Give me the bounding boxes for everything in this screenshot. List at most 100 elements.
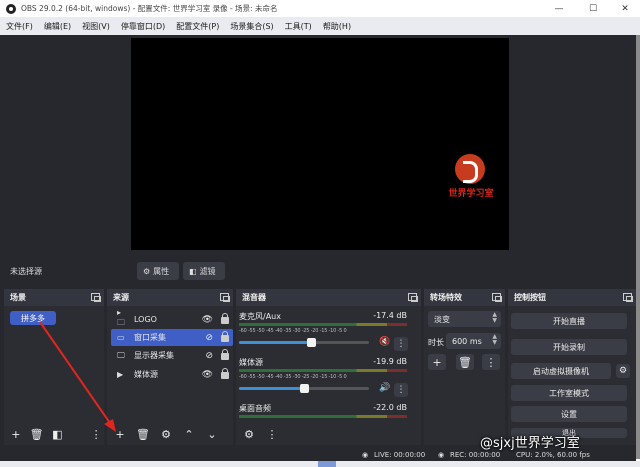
undock-icon[interactable] bbox=[91, 293, 101, 302]
add-scene-button[interactable]: + bbox=[8, 426, 24, 442]
undock-icon[interactable] bbox=[220, 293, 230, 302]
volume-meter bbox=[239, 323, 407, 326]
transitions-title: 转场特效 bbox=[430, 293, 462, 302]
virtual-camera-settings-gear-icon[interactable]: ⚙ bbox=[616, 364, 630, 378]
volume-slider[interactable] bbox=[239, 384, 369, 393]
undock-icon[interactable] bbox=[408, 293, 418, 302]
scene-filters-button[interactable]: ◧ bbox=[50, 426, 66, 442]
menu-bar: 文件(F) 编辑(E) 视图(V) 停靠窗口(D) 配置文件(P) 场景集合(S… bbox=[0, 17, 640, 35]
preview-canvas[interactable]: 世界学习室 bbox=[131, 38, 509, 250]
lock-icon[interactable] bbox=[221, 331, 229, 342]
duration-value: 600 ms bbox=[452, 336, 482, 346]
add-source-button[interactable]: + bbox=[111, 426, 129, 442]
menu-view[interactable]: 视图(V) bbox=[82, 21, 110, 32]
transitions-header: 转场特效 bbox=[424, 289, 505, 306]
scene-item[interactable]: 拼多多 bbox=[10, 311, 56, 325]
menu-scene-collection[interactable]: 场景集合(S) bbox=[230, 21, 273, 32]
lock-icon[interactable] bbox=[221, 368, 229, 379]
advanced-audio-button[interactable]: ⚙ bbox=[240, 426, 258, 442]
speaker-icon[interactable]: 🔊 bbox=[379, 383, 390, 393]
live-timer: LIVE: 00:00:00 bbox=[374, 451, 426, 459]
menu-file[interactable]: 文件(F) bbox=[6, 21, 33, 32]
filter-icon: ◧ bbox=[189, 266, 197, 276]
duration-spinbox[interactable]: 600 ms ▲ ▼ bbox=[446, 333, 501, 349]
source-name: 窗口采集 bbox=[134, 333, 166, 342]
lock-icon[interactable] bbox=[221, 349, 229, 360]
eye-hidden-icon[interactable]: ⊘ bbox=[205, 351, 213, 361]
move-down-button[interactable]: ⌄ bbox=[203, 426, 221, 442]
audio-mixer-dock: 混音器 麦克风/Aux -17.4 dB -60 -55 -50 -45 -40… bbox=[236, 289, 421, 445]
studio-mode-button[interactable]: 工作室模式 bbox=[511, 385, 627, 401]
eye-hidden-icon[interactable]: ⊘ bbox=[205, 333, 213, 343]
properties-label: 属性 bbox=[153, 266, 170, 276]
obs-app-icon bbox=[6, 3, 16, 14]
scenes-dock: 场景 拼多多 + 🗑 ◧ ⋮ bbox=[4, 289, 104, 445]
mixer-title: 混音器 bbox=[242, 293, 266, 302]
close-button[interactable]: ✕ bbox=[610, 0, 640, 17]
sources-title: 来源 bbox=[113, 293, 129, 302]
maximize-button[interactable]: ☐ bbox=[578, 0, 608, 17]
undock-icon[interactable] bbox=[492, 293, 502, 302]
minimize-button[interactable]: — bbox=[544, 0, 574, 17]
remove-source-button[interactable]: 🗑 bbox=[134, 426, 152, 442]
window-icon: ▭ bbox=[117, 333, 125, 342]
gear-icon: ⚙ bbox=[143, 266, 151, 276]
menu-help[interactable]: 帮助(H) bbox=[323, 21, 351, 32]
logo-mark-icon bbox=[455, 154, 485, 184]
sources-dock: 来源 ▸🗀 LOGO 👁 ▭ 窗口采集 ⊘ 🖵 显示器采集 ⊘ ▶ 媒体源 👁 … bbox=[107, 289, 233, 445]
meter-scale: -60 -55 -50 -45 -40 -35 -30 -25 -20 -15 … bbox=[239, 328, 347, 334]
mixer-channel-media: 媒体源 -19.9 dB -60 -55 -50 -45 -40 -35 -30… bbox=[239, 357, 413, 397]
source-item-logo[interactable]: ▸🗀 LOGO 👁 bbox=[111, 308, 233, 328]
scenes-toolbar: + 🗑 ◧ ⋮ bbox=[4, 423, 104, 445]
transitions-dock: 转场特效 淡变 ▲ ▼ 时长 600 ms ▲ ▼ + 🗑 ⋮ bbox=[424, 289, 505, 445]
eye-icon[interactable]: 👁 bbox=[202, 315, 213, 325]
volume-slider[interactable] bbox=[239, 338, 369, 347]
mixer-more-button[interactable]: ⋮ bbox=[263, 426, 281, 442]
remove-transition-button[interactable]: 🗑 bbox=[456, 354, 474, 370]
mixer-channel-mic: 麦克风/Aux -17.4 dB -60 -55 -50 -45 -40 -35… bbox=[239, 311, 413, 351]
source-item-media[interactable]: ▶ 媒体源 👁 bbox=[111, 366, 233, 383]
menu-docks[interactable]: 停靠窗口(D) bbox=[121, 21, 165, 32]
start-virtual-camera-button[interactable]: 启动虚拟摄像机 bbox=[511, 363, 611, 379]
transition-select[interactable]: 淡变 ▲ ▼ bbox=[428, 311, 501, 327]
move-up-button[interactable]: ⌃ bbox=[180, 426, 198, 442]
source-properties-button[interactable]: ⚙ bbox=[157, 426, 175, 442]
scenes-title: 场景 bbox=[10, 293, 26, 302]
scenes-header: 场景 bbox=[4, 289, 104, 306]
controls-header: 控制按钮 bbox=[508, 289, 636, 306]
mixer-toolbar: ⚙ ⋮ bbox=[236, 423, 421, 445]
sources-toolbar: + 🗑 ⚙ ⌃ ⌄ bbox=[107, 423, 233, 445]
transition-more-button[interactable]: ⋮ bbox=[482, 354, 500, 370]
source-item-monitor[interactable]: 🖵 显示器采集 ⊘ bbox=[111, 347, 233, 364]
start-streaming-button[interactable]: 开始直播 bbox=[511, 313, 627, 329]
remove-scene-button[interactable]: 🗑 bbox=[29, 426, 45, 442]
meter-scale: -60 -55 -50 -45 -40 -35 -30 -25 -20 -15 … bbox=[239, 374, 347, 380]
add-transition-button[interactable]: + bbox=[428, 354, 446, 370]
undock-icon[interactable] bbox=[623, 293, 633, 302]
channel-menu-button[interactable]: ⋮ bbox=[394, 337, 408, 351]
menu-edit[interactable]: 编辑(E) bbox=[44, 21, 71, 32]
source-name: 媒体源 bbox=[134, 370, 158, 379]
scene-more-button[interactable]: ⋮ bbox=[88, 426, 104, 442]
watermark-text: @sjxj世界学习室 bbox=[480, 436, 580, 451]
start-recording-button[interactable]: 开始录制 bbox=[511, 339, 627, 355]
channel-db: -22.0 dB bbox=[373, 403, 407, 412]
source-item-window[interactable]: ▭ 窗口采集 ⊘ bbox=[111, 329, 233, 346]
speaker-muted-icon[interactable]: 🔇 bbox=[379, 337, 390, 347]
channel-menu-button[interactable]: ⋮ bbox=[394, 383, 408, 397]
menu-tools[interactable]: 工具(T) bbox=[285, 21, 312, 32]
eye-icon[interactable]: 👁 bbox=[202, 370, 213, 380]
volume-meter bbox=[239, 415, 407, 418]
controls-title: 控制按钮 bbox=[514, 293, 546, 302]
transition-value: 淡变 bbox=[434, 314, 450, 324]
lock-icon[interactable] bbox=[221, 313, 229, 324]
rec-status-icon: ◉ bbox=[438, 451, 445, 459]
spin-arrows-icon: ▲ ▼ bbox=[492, 333, 497, 346]
no-selection-label: 未选择源 bbox=[10, 266, 42, 276]
volume-meter bbox=[239, 369, 407, 372]
menu-profile[interactable]: 配置文件(P) bbox=[176, 21, 219, 32]
settings-button[interactable]: 设置 bbox=[511, 406, 627, 422]
live-status-icon: ◉ bbox=[362, 451, 369, 459]
filters-button[interactable]: ◧ 滤镜 bbox=[183, 262, 225, 280]
properties-button[interactable]: ⚙ 属性 bbox=[137, 262, 179, 280]
